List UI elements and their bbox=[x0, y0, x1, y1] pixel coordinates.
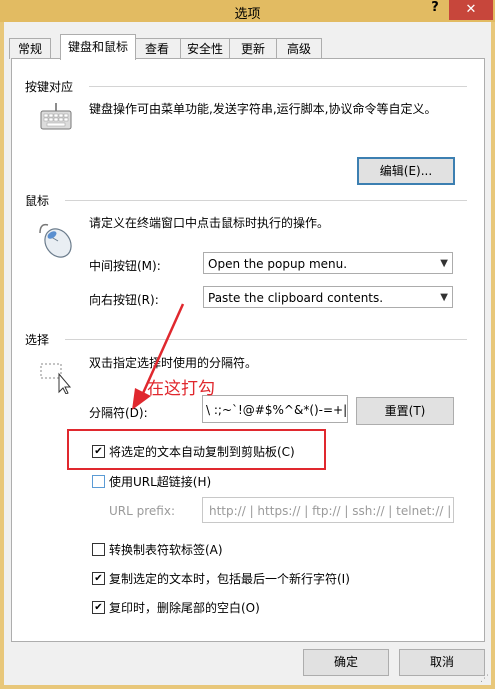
help-button[interactable]: ? bbox=[428, 0, 442, 18]
trim-trailing-spaces-label[interactable]: 复印时，删除尾部的空白(O) bbox=[109, 599, 260, 616]
window-title: 选项 bbox=[234, 7, 261, 22]
tab-update[interactable]: 更新 bbox=[229, 38, 277, 59]
tab-panel: 按键对应 键盘操作可由菜单功能,发送字符串,运行脚本,协议命令等自定义。 编辑(… bbox=[11, 58, 485, 642]
keymap-heading: 按键对应 bbox=[25, 80, 74, 94]
mouse-heading: 鼠标 bbox=[25, 194, 50, 208]
tab-view[interactable]: 查看 bbox=[133, 38, 181, 59]
use-url-hyperlink-checkbox[interactable] bbox=[92, 475, 105, 488]
resize-grip-icon[interactable]: ⋰ bbox=[480, 674, 489, 684]
tab-advanced[interactable]: 高级 bbox=[276, 38, 322, 59]
right-button-value: Paste the clipboard contents. bbox=[208, 291, 384, 305]
keymap-description: 键盘操作可由菜单功能,发送字符串,运行脚本,协议命令等自定义。 bbox=[89, 102, 437, 116]
mouse-icon bbox=[38, 221, 76, 264]
middle-button-select[interactable]: Open the popup menu. ▼ bbox=[203, 252, 453, 274]
middle-button-value: Open the popup menu. bbox=[208, 257, 348, 271]
tab-keyboard-mouse[interactable]: 键盘和鼠标 bbox=[60, 34, 136, 60]
edit-button[interactable]: 编辑(E)... bbox=[357, 157, 455, 185]
copy-include-newline-label[interactable]: 复制选定的文本时，包括最后一个新行字符(I) bbox=[109, 570, 350, 587]
delimiter-input[interactable]: \ :;~`!@#$%^&*()-=+|[{ bbox=[202, 395, 348, 423]
copy-include-newline-checkbox[interactable]: ✔ bbox=[92, 572, 105, 585]
url-prefix-input[interactable]: http:// | https:// | ftp:// | ssh:// | t… bbox=[202, 497, 454, 523]
cancel-button[interactable]: 取消 bbox=[399, 649, 485, 676]
selection-cursor-icon bbox=[39, 362, 73, 397]
tab-general[interactable]: 常规 bbox=[9, 38, 51, 59]
annotation-highlight-box bbox=[67, 429, 326, 470]
mouse-description: 请定义在终端窗口中点击鼠标时执行的操作。 bbox=[89, 216, 330, 230]
annotation-arrow-icon bbox=[120, 302, 190, 417]
close-button[interactable]: ✕ bbox=[449, 0, 493, 20]
convert-tabs-label[interactable]: 转换制表符软标签(A) bbox=[109, 541, 223, 558]
selection-heading: 选择 bbox=[25, 333, 50, 347]
chevron-down-icon: ▼ bbox=[440, 258, 448, 269]
url-prefix-label: URL prefix: bbox=[109, 504, 175, 518]
chevron-down-icon: ▼ bbox=[440, 292, 448, 303]
keymap-separator bbox=[89, 86, 467, 87]
dialog-body: 常规 键盘和鼠标 查看 安全性 更新 高级 按键对应 键盘操作可由菜单功能,发送… bbox=[4, 22, 491, 685]
trim-trailing-spaces-checkbox[interactable]: ✔ bbox=[92, 601, 105, 614]
middle-button-label: 中间按钮(M): bbox=[89, 259, 161, 273]
right-button-select[interactable]: Paste the clipboard contents. ▼ bbox=[203, 286, 453, 308]
mouse-separator bbox=[65, 200, 467, 201]
tab-security[interactable]: 安全性 bbox=[180, 38, 230, 59]
convert-tabs-checkbox[interactable] bbox=[92, 543, 105, 556]
use-url-hyperlink-label[interactable]: 使用URL超链接(H) bbox=[109, 473, 211, 490]
reset-button[interactable]: 重置(T) bbox=[356, 397, 454, 425]
ok-button[interactable]: 确定 bbox=[303, 649, 389, 676]
keyboard-icon bbox=[39, 103, 73, 136]
